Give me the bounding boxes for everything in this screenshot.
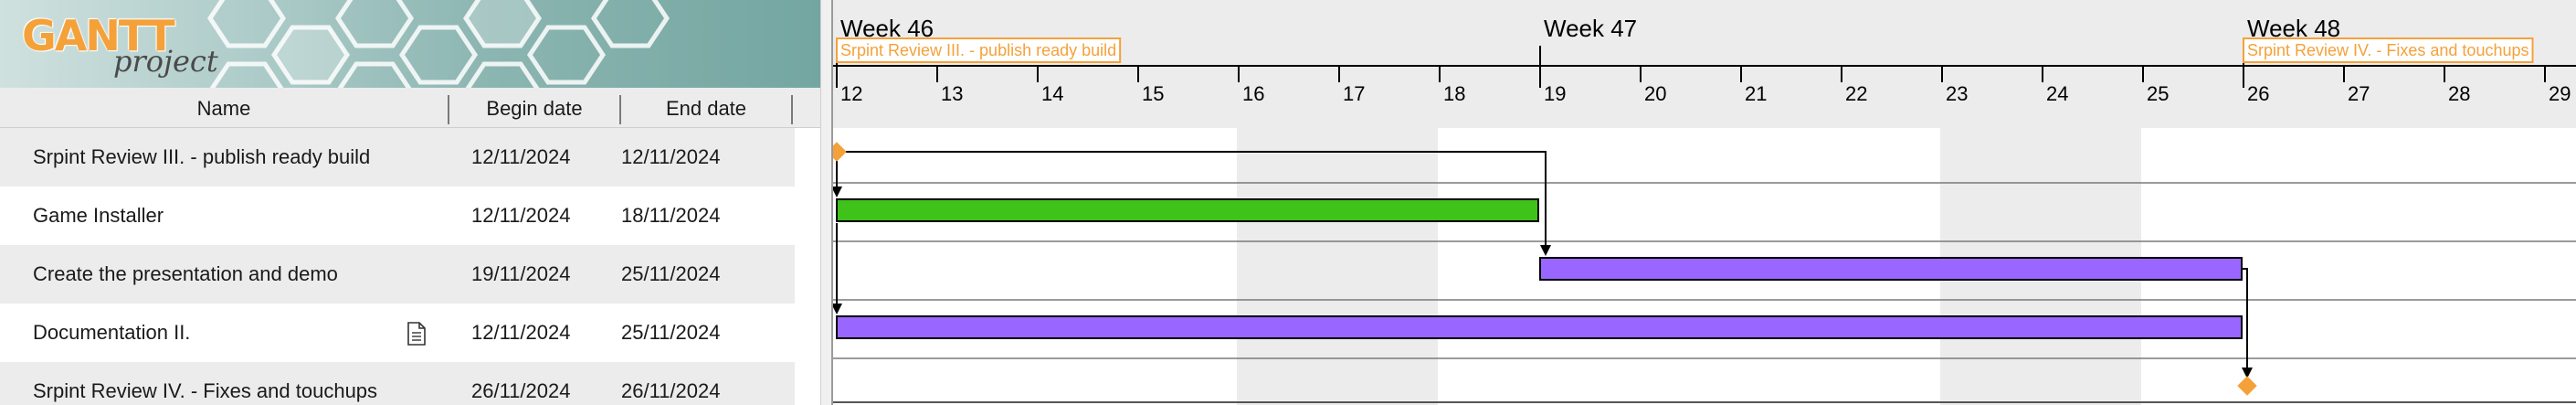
gantt-chart-pane[interactable]: Week 46 Week 47 Week 48 12 13 14 15 16 17 18 19 20 2… xyxy=(833,0,2576,405)
column-header-name[interactable]: Name xyxy=(0,88,448,128)
note-document-icon[interactable] xyxy=(406,322,428,346)
task-row[interactable]: Srpint Review IV. - Fixes and touchups 2… xyxy=(0,362,795,405)
task-name-cell[interactable]: Game Installer xyxy=(33,187,164,245)
dependency-arrowhead xyxy=(833,304,842,314)
day-label: 21 xyxy=(1745,82,1767,105)
day-label: 16 xyxy=(1242,82,1264,105)
task-end-date-cell[interactable]: 25/11/2024 xyxy=(621,304,720,362)
milestone-header-label[interactable]: Srpint Review III. - publish ready build xyxy=(840,41,1116,59)
task-name-cell[interactable]: Documentation II. xyxy=(33,304,190,362)
milestone-diamond[interactable] xyxy=(833,142,847,162)
column-resize-handle[interactable] xyxy=(791,95,793,124)
dependency-arrowhead xyxy=(833,187,842,197)
milestone-header-label[interactable]: Srpint Review IV. - Fixes and touchups xyxy=(2247,41,2529,59)
task-begin-date-cell[interactable]: 12/11/2024 xyxy=(471,128,570,187)
day-label: 18 xyxy=(1443,82,1465,105)
task-name-cell[interactable]: Srpint Review III. - publish ready build xyxy=(33,128,370,187)
task-table-header: Name Begin date End date xyxy=(0,88,820,128)
day-label: 24 xyxy=(2046,82,2068,105)
day-label: 20 xyxy=(1644,82,1666,105)
task-bar[interactable] xyxy=(1539,257,2243,281)
task-end-date-cell[interactable]: 18/11/2024 xyxy=(621,187,720,245)
task-end-date-cell[interactable]: 25/11/2024 xyxy=(621,245,720,304)
day-label: 12 xyxy=(840,82,862,105)
day-label: 15 xyxy=(1142,82,1164,105)
task-bar[interactable] xyxy=(836,198,1539,222)
week-label: Week 47 xyxy=(1544,15,1637,42)
milestone-diamond[interactable] xyxy=(2237,376,2257,396)
task-name-cell[interactable]: Srpint Review IV. - Fixes and touchups xyxy=(33,362,377,405)
task-row[interactable]: Srpint Review III. - publish ready build… xyxy=(0,128,795,187)
task-bar[interactable] xyxy=(836,315,2243,339)
day-label: 26 xyxy=(2247,82,2269,105)
ganttproject-logo: GANTT project xyxy=(20,9,221,82)
task-table-pane: GANTT project Name Begin date End date S… xyxy=(0,0,820,405)
day-label: 17 xyxy=(1343,82,1365,105)
task-begin-date-cell[interactable]: 19/11/2024 xyxy=(471,245,570,304)
task-row[interactable]: Game Installer 12/11/2024 18/11/2024 xyxy=(0,187,795,245)
weekend-shade xyxy=(1337,128,1438,405)
weekend-shade xyxy=(1237,128,1337,405)
column-header-begin-date[interactable]: Begin date xyxy=(449,88,619,128)
day-label: 28 xyxy=(2448,82,2470,105)
day-label: 25 xyxy=(2147,82,2169,105)
logo-project-text: project xyxy=(113,44,218,79)
pane-splitter[interactable] xyxy=(820,0,833,405)
day-label: 27 xyxy=(2348,82,2370,105)
day-label: 19 xyxy=(1544,82,1566,105)
task-begin-date-cell[interactable]: 26/11/2024 xyxy=(471,362,570,405)
task-name-cell[interactable]: Create the presentation and demo xyxy=(33,245,338,304)
day-label: 14 xyxy=(1041,82,1063,105)
task-begin-date-cell[interactable]: 12/11/2024 xyxy=(471,187,570,245)
day-label: 22 xyxy=(1845,82,1867,105)
day-label: 23 xyxy=(1946,82,1968,105)
dependency-arrowhead xyxy=(1540,245,1551,256)
task-row[interactable]: Documentation II. 12/11/2024 25/11/2024 xyxy=(0,304,795,362)
day-label: 29 xyxy=(2549,82,2571,105)
ganttproject-logo-banner: GANTT project xyxy=(0,0,820,88)
column-header-end-date[interactable]: End date xyxy=(621,88,791,128)
task-end-date-cell[interactable]: 12/11/2024 xyxy=(621,128,720,187)
task-end-date-cell[interactable]: 26/11/2024 xyxy=(621,362,720,405)
gantt-chart-canvas[interactable]: Week 46 Week 47 Week 4812 13 14 15 16 17 18 19 20 2… xyxy=(833,0,2576,405)
day-label: 13 xyxy=(941,82,963,105)
task-begin-date-cell[interactable]: 12/11/2024 xyxy=(471,304,570,362)
task-row[interactable]: Create the presentation and demo 19/11/2… xyxy=(0,245,795,304)
